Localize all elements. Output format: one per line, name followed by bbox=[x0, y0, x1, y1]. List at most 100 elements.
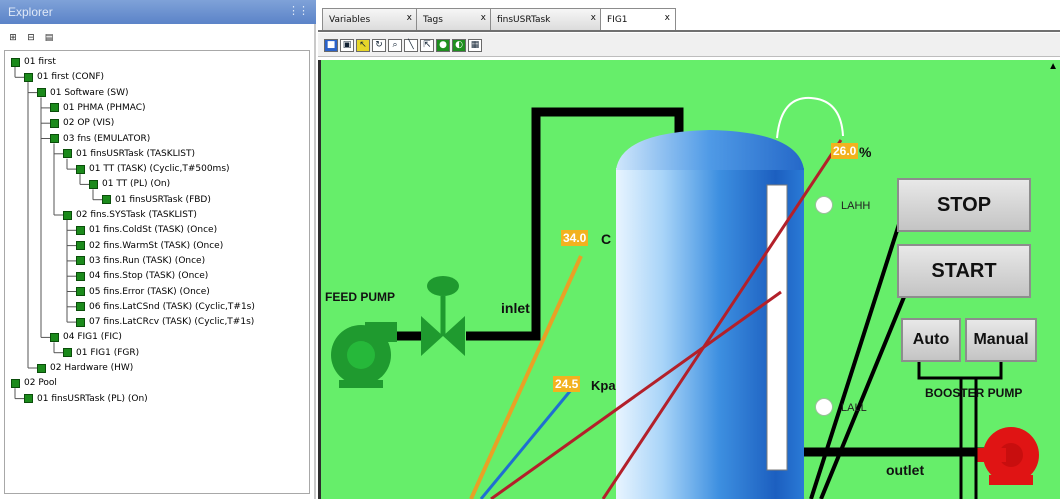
fill-icon[interactable]: ● bbox=[436, 39, 450, 52]
inlet-label: inlet bbox=[501, 300, 530, 316]
level-unit: % bbox=[859, 144, 872, 160]
tree-item[interactable]: 02 Pool bbox=[11, 376, 57, 390]
close-icon[interactable]: x bbox=[665, 13, 670, 23]
tree-item-label: 01 fins.ColdSt (TASK) (Once) bbox=[89, 225, 218, 236]
feed-pump-label: FEED PUMP bbox=[325, 290, 396, 304]
node-icon bbox=[50, 103, 59, 113]
node-icon bbox=[76, 317, 85, 327]
tree-item[interactable]: 01 PHMA (PHMAC) bbox=[50, 101, 146, 115]
tab-label: finsUSRTask bbox=[497, 15, 551, 25]
node-icon bbox=[50, 134, 59, 143]
color-icon[interactable]: ◐ bbox=[452, 39, 466, 52]
editor-toolbar: ■ ▣ ↖ ↻ ⌕ ╲ ⇱ ● ◐ ▦ bbox=[318, 33, 1060, 57]
tree-item[interactable]: 01 first bbox=[11, 55, 56, 69]
line-icon[interactable]: ╲ bbox=[404, 39, 418, 52]
tree-item[interactable]: 01 fins.ColdSt (TASK) (Once) bbox=[76, 223, 217, 237]
tree-item[interactable]: 01 first (CONF) bbox=[24, 70, 104, 84]
tree-item[interactable]: 01 FIG1 (FGR) bbox=[63, 346, 139, 360]
tree-item[interactable]: 03 fns (EMULATOR) bbox=[50, 132, 150, 146]
pin-icon[interactable]: ⋮⋮ bbox=[288, 4, 309, 17]
properties-icon[interactable]: ▤ bbox=[42, 32, 56, 44]
pressure-value: 24.5 bbox=[553, 376, 581, 392]
tree-item[interactable]: 04 fins.Stop (TASK) (Once) bbox=[76, 269, 208, 283]
tree-item-label: 02 Hardware (HW) bbox=[50, 363, 134, 373]
node-icon bbox=[63, 210, 72, 220]
pointer-icon[interactable]: ↖ bbox=[356, 39, 370, 52]
tree-item[interactable]: 05 fins.Error (TASK) (Once) bbox=[76, 285, 210, 299]
node-icon bbox=[76, 225, 85, 235]
print-icon[interactable]: ▣ bbox=[340, 39, 354, 52]
tree-item[interactable]: 01 Software (SW) bbox=[37, 86, 128, 100]
start-button[interactable]: START bbox=[897, 244, 1031, 298]
tree-item[interactable]: 01 finsUSRTask (PL) (On) bbox=[24, 392, 148, 406]
node-icon bbox=[11, 378, 20, 388]
inlet-valve[interactable] bbox=[421, 276, 465, 356]
select-icon[interactable]: ⇱ bbox=[420, 39, 434, 52]
tree-item[interactable]: 03 fins.Run (TASK) (Once) bbox=[76, 254, 205, 268]
tab-finsusrtask[interactable]: finsUSRTask x bbox=[490, 8, 602, 30]
auto-button[interactable]: Auto bbox=[901, 318, 961, 362]
tree-item[interactable]: 02 fins.WarmSt (TASK) (Once) bbox=[76, 239, 223, 253]
tree-item[interactable]: 02 fins.SYSTask (TASKLIST) bbox=[63, 208, 197, 222]
tree-item-label: 05 fins.Error (TASK) (Once) bbox=[89, 286, 210, 297]
booster-pump[interactable] bbox=[976, 427, 1039, 485]
booster-control-lines bbox=[917, 360, 1003, 499]
rotate-icon[interactable]: ↻ bbox=[372, 39, 386, 52]
tree-item-label: 04 fins.Stop (TASK) (Once) bbox=[89, 271, 209, 282]
level-sensor-arc bbox=[776, 96, 844, 139]
tab-label: Variables bbox=[329, 15, 371, 25]
node-icon bbox=[50, 332, 59, 342]
node-icon bbox=[37, 88, 46, 98]
tree-item[interactable]: 07 fins.LatCRcv (TASK) (Cyclic,T#1s) bbox=[76, 315, 254, 329]
close-icon[interactable]: x bbox=[481, 13, 486, 23]
tab-tags[interactable]: Tags x bbox=[416, 8, 492, 30]
tree-item-label: 06 fins.LatCSnd (TASK) (Cyclic,T#1s) bbox=[89, 301, 255, 312]
node-icon bbox=[102, 195, 111, 205]
collapse-icon[interactable]: ⊟ bbox=[24, 32, 38, 44]
tree-item[interactable]: 06 fins.LatCSnd (TASK) (Cyclic,T#1s) bbox=[76, 300, 255, 314]
node-icon bbox=[63, 348, 72, 358]
node-icon bbox=[37, 363, 46, 373]
manual-button[interactable]: Manual bbox=[965, 318, 1037, 362]
expand-icon[interactable]: ⊞ bbox=[6, 32, 20, 44]
node-icon bbox=[24, 72, 33, 82]
tab-fig1[interactable]: FIG1 x bbox=[600, 8, 676, 30]
tree-item[interactable]: 01 finsUSRTask (FBD) bbox=[102, 193, 211, 207]
tree-item-label: 01 first bbox=[24, 57, 56, 67]
tree-item-label: 04 FIG1 (FIC) bbox=[63, 332, 122, 343]
explorer-title: Explorer bbox=[8, 5, 53, 19]
node-icon bbox=[76, 302, 85, 312]
project-tree: 01 first 01 first (CONF) 01 Software (SW) 0… bbox=[4, 50, 310, 494]
tree-item[interactable]: 01 TT (PL) (On) bbox=[89, 177, 170, 191]
node-icon bbox=[11, 57, 20, 67]
feed-pump[interactable] bbox=[331, 322, 397, 388]
close-icon[interactable]: x bbox=[591, 13, 596, 23]
save-icon[interactable]: ■ bbox=[324, 39, 338, 52]
tree-item-label: 01 FIG1 (FGR) bbox=[76, 347, 140, 358]
zoom-icon[interactable]: ⌕ bbox=[388, 39, 402, 52]
stop-button[interactable]: STOP bbox=[897, 178, 1031, 232]
hmi-canvas: ▲ FEED PUMP inlet outlet BOOSTER PUMP 34… bbox=[318, 60, 1060, 499]
tree-item-label: 01 finsUSRTask (PL) (On) bbox=[37, 393, 148, 404]
tree-item-label: 02 OP (VIS) bbox=[63, 118, 115, 129]
tree-item-label: 01 Software (SW) bbox=[50, 87, 129, 98]
close-icon[interactable]: x bbox=[407, 13, 412, 23]
tree-item-label: 01 finsUSRTask (FBD) bbox=[115, 194, 211, 205]
tree-item[interactable]: 01 TT (TASK) (Cyclic,T#500ms) bbox=[76, 162, 230, 176]
tree-item-label: 03 fns (EMULATOR) bbox=[63, 133, 151, 144]
node-icon bbox=[89, 179, 98, 189]
node-icon bbox=[76, 271, 85, 281]
tree-item[interactable]: 04 FIG1 (FIC) bbox=[50, 330, 122, 344]
tab-variables[interactable]: Variables x bbox=[322, 8, 418, 30]
tree-item[interactable]: 02 Hardware (HW) bbox=[37, 361, 133, 375]
booster-pump-label: BOOSTER PUMP bbox=[925, 386, 1023, 400]
tree-item[interactable]: 02 OP (VIS) bbox=[50, 116, 114, 130]
node-icon bbox=[50, 118, 59, 128]
tree-item-label: 02 fins.WarmSt (TASK) (Once) bbox=[89, 240, 224, 251]
tree-item[interactable]: 01 finsUSRTask (TASKLIST) bbox=[63, 147, 195, 161]
explorer-title-bar: Explorer ⋮⋮ bbox=[0, 0, 316, 24]
outlet-label: outlet bbox=[886, 462, 925, 478]
tab-label: Tags bbox=[423, 15, 443, 25]
grid-icon[interactable]: ▦ bbox=[468, 39, 482, 52]
lall-indicator bbox=[815, 398, 833, 416]
